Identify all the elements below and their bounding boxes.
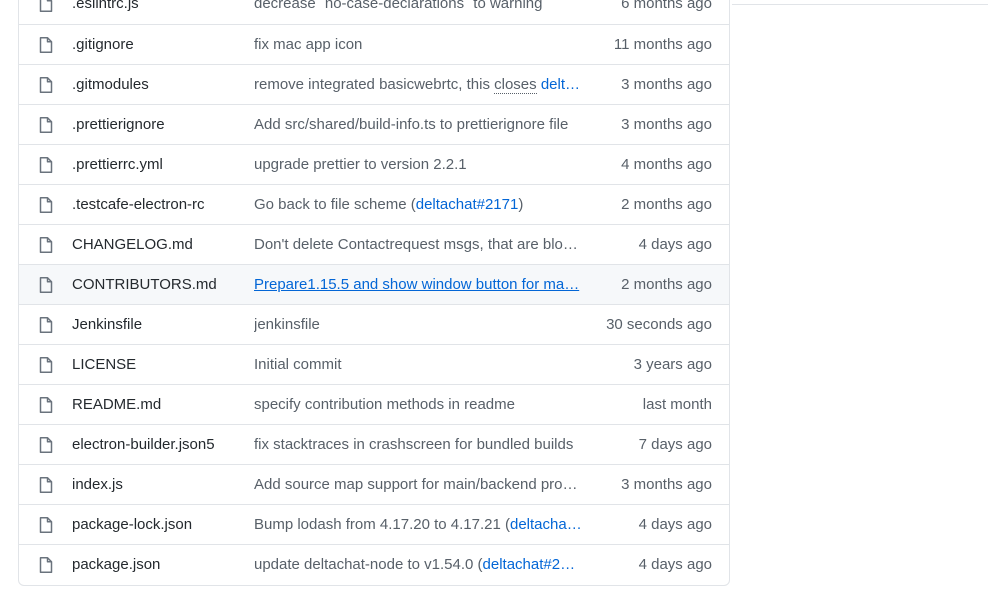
file-name-link[interactable]: index.js (72, 465, 123, 504)
commit-age[interactable]: 4 days ago (639, 225, 712, 264)
file-row[interactable]: LICENSE Initial commit 3 years ago (19, 344, 729, 384)
commit-message-link[interactable]: Bump lodash from 4.17.20 to 4.17.21 (del… (254, 505, 588, 544)
file-name-link[interactable]: package.json (72, 545, 160, 584)
file-row[interactable]: package.json update deltachat-node to v1… (19, 544, 729, 584)
closes-keyword: closes (494, 76, 537, 94)
commit-message-link[interactable]: remove integrated basicwebrtc, this clos… (254, 65, 588, 104)
file-icon (39, 477, 53, 493)
commit-age[interactable]: 30 seconds ago (606, 305, 712, 344)
file-name-link[interactable]: README.md (72, 385, 161, 424)
commit-age[interactable]: 2 months ago (621, 185, 712, 224)
commit-age[interactable]: 4 months ago (621, 145, 712, 184)
file-name-link[interactable]: .prettierignore (72, 105, 165, 144)
file-row[interactable]: .gitmodules remove integrated basicwebrt… (19, 64, 729, 104)
file-name-link[interactable]: .gitignore (72, 25, 134, 64)
file-icon (39, 37, 53, 53)
file-row[interactable]: CONTRIBUTORS.md Prepare1.15.5 and show w… (19, 264, 729, 304)
issue-link[interactable]: deltacha… (510, 516, 582, 533)
file-row[interactable]: index.js Add source map support for main… (19, 464, 729, 504)
file-row[interactable]: .prettierrc.yml upgrade prettier to vers… (19, 144, 729, 184)
commit-message-link[interactable]: upgrade prettier to version 2.2.1 (254, 145, 588, 184)
file-name-link[interactable]: LICENSE (72, 345, 136, 384)
commit-message-link[interactable]: fix stacktraces in crashscreen for bundl… (254, 425, 588, 464)
commit-age[interactable]: 3 months ago (621, 65, 712, 104)
file-list: .eslintrc.js decrease `no-case-declarati… (18, 0, 730, 586)
issue-link[interactable]: deltachat#2… (483, 556, 576, 573)
file-icon (39, 77, 53, 93)
file-name-link[interactable]: .gitmodules (72, 65, 149, 104)
file-icon (39, 0, 53, 12)
file-row[interactable]: .eslintrc.js decrease `no-case-declarati… (19, 0, 729, 24)
file-name-link[interactable]: electron-builder.json5 (72, 425, 215, 464)
file-icon (39, 277, 53, 293)
commit-message-link[interactable]: fix mac app icon (254, 25, 588, 64)
commit-age[interactable]: last month (643, 385, 712, 424)
file-icon (39, 157, 53, 173)
file-row[interactable]: Jenkinsfile jenkinsfile 30 seconds ago (19, 304, 729, 344)
commit-message-link[interactable]: Add source map support for main/backend … (254, 465, 588, 504)
file-row[interactable]: README.md specify contribution methods i… (19, 384, 729, 424)
commit-message-link[interactable]: Go back to file scheme (deltachat#2171) (254, 185, 588, 224)
file-icon (39, 397, 53, 413)
issue-link[interactable]: deltachat#2171 (416, 196, 519, 213)
file-row[interactable]: .gitignore fix mac app icon 11 months ag… (19, 24, 729, 64)
commit-message-link[interactable]: Don't delete Contactrequest msgs, that a… (254, 225, 588, 264)
file-row[interactable]: electron-builder.json5 fix stacktraces i… (19, 424, 729, 464)
commit-age[interactable]: 3 months ago (621, 105, 712, 144)
file-row[interactable]: .prettierignore Add src/shared/build-inf… (19, 104, 729, 144)
commit-message-link[interactable]: Prepare1.15.5 and show window button for… (254, 265, 588, 304)
file-icon (39, 557, 53, 573)
file-name-link[interactable]: CONTRIBUTORS.md (72, 265, 217, 304)
file-icon (39, 437, 53, 453)
file-icon (39, 357, 53, 373)
commit-message-link[interactable]: Add src/shared/build-info.ts to prettier… (254, 105, 588, 144)
file-name-link[interactable]: package-lock.json (72, 505, 192, 544)
file-icon (39, 197, 53, 213)
file-name-link[interactable]: CHANGELOG.md (72, 225, 193, 264)
file-row[interactable]: CHANGELOG.md Don't delete Contactrequest… (19, 224, 729, 264)
commit-age[interactable]: 6 months ago (621, 0, 712, 23)
commit-message-link[interactable]: specify contribution methods in readme (254, 385, 588, 424)
file-icon (39, 317, 53, 333)
file-icon (39, 117, 53, 133)
issue-link[interactable]: delt… (541, 76, 580, 93)
file-name-link[interactable]: Jenkinsfile (72, 305, 142, 344)
file-icon (39, 517, 53, 533)
file-name-link[interactable]: .testcafe-electron-rc (72, 185, 205, 224)
commit-age[interactable]: 3 months ago (621, 465, 712, 504)
commit-message-link[interactable]: decrease `no-case-declarations` to warni… (254, 0, 588, 23)
file-name-link[interactable]: .eslintrc.js (72, 0, 139, 23)
file-row[interactable]: package-lock.json Bump lodash from 4.17.… (19, 504, 729, 544)
commit-message-link[interactable]: Initial commit (254, 345, 588, 384)
commit-age[interactable]: 7 days ago (639, 425, 712, 464)
file-name-link[interactable]: .prettierrc.yml (72, 145, 163, 184)
commit-age[interactable]: 2 months ago (621, 265, 712, 304)
commit-age[interactable]: 4 days ago (639, 545, 712, 584)
commit-message-link[interactable]: jenkinsfile (254, 305, 588, 344)
commit-message-link[interactable]: update deltachat-node to v1.54.0 (deltac… (254, 545, 588, 584)
file-icon (39, 237, 53, 253)
header-divider (732, 4, 988, 5)
commit-age[interactable]: 4 days ago (639, 505, 712, 544)
commit-age[interactable]: 3 years ago (634, 345, 712, 384)
commit-age[interactable]: 11 months ago (614, 25, 712, 64)
file-row[interactable]: .testcafe-electron-rc Go back to file sc… (19, 184, 729, 224)
